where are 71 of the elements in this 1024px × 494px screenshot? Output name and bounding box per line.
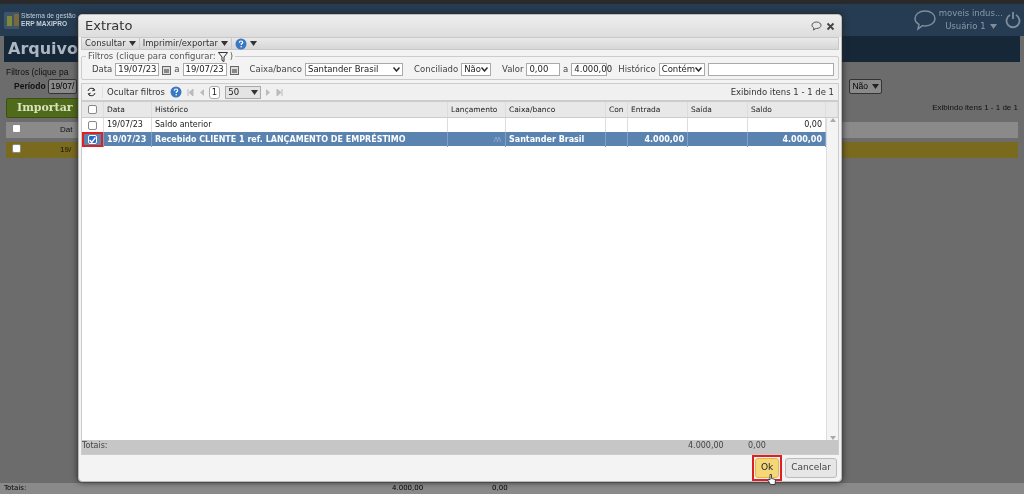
company-name: moveis indus... xyxy=(938,7,1003,20)
table-row[interactable]: 19/07/23 Recebido CLIENTE 1 ref. LANÇAMENTO DE EMPRÉSTIMO Santander Brasil 4.000,00 4.000,00 xyxy=(82,132,826,146)
conciliado-select[interactable]: Não xyxy=(461,63,491,76)
chevron-icon xyxy=(695,67,703,72)
checkbox[interactable] xyxy=(88,105,97,114)
filter-legend[interactable]: Filtros (clique para configurar: xyxy=(88,51,216,62)
totals-label: Totais: xyxy=(82,440,109,452)
table-cell: 0,00 xyxy=(804,119,822,131)
caret-icon[interactable] xyxy=(872,83,879,89)
filters-legend[interactable]: Filtros (clique pa xyxy=(6,66,78,79)
bank-select[interactable]: Santander Brasil xyxy=(305,63,404,76)
value-field[interactable]: 0,00 xyxy=(526,63,561,76)
menu-button[interactable]: Imprimir/exportar xyxy=(139,37,233,50)
conciliado-select[interactable]: Não xyxy=(849,78,882,94)
table-cell: 4.000,00 xyxy=(644,133,684,146)
paging-info: Exibindo itens 1 - 1 de 1 xyxy=(932,101,1018,114)
date-field[interactable]: 19/07/ xyxy=(47,78,78,94)
table-cell: Santander Brasil xyxy=(509,133,585,146)
cancel-button[interactable]: Cancelar xyxy=(785,458,837,478)
scrollbar[interactable] xyxy=(826,118,838,440)
page-size-select[interactable]: 50 xyxy=(225,85,262,99)
chevron-icon xyxy=(393,67,401,72)
refresh-icon[interactable] xyxy=(86,87,97,97)
caret-icon[interactable] xyxy=(128,41,136,46)
history-field[interactable] xyxy=(708,63,834,76)
field-label: Conciliado xyxy=(414,63,459,76)
funnel-icon[interactable] xyxy=(217,51,228,62)
period-label: Período xyxy=(14,79,46,93)
checkbox[interactable] xyxy=(12,143,21,153)
field-label: Valor xyxy=(502,63,524,76)
caret-icon[interactable] xyxy=(251,89,259,95)
check-icon xyxy=(89,136,96,143)
calendar-icon[interactable] xyxy=(229,64,239,75)
table-cell: Saldo anterior xyxy=(155,119,212,131)
help-icon[interactable] xyxy=(169,86,182,98)
caret-icon[interactable] xyxy=(221,41,229,46)
field-label: Data xyxy=(92,63,113,76)
separator-text: a xyxy=(174,63,180,76)
field-label: Histórico xyxy=(618,63,656,76)
table-cell: Recebido CLIENTE 1 ref. LANÇAMENTO DE EMPRÉSTIMO xyxy=(155,133,406,146)
field-label: Caixa/banco xyxy=(249,63,302,76)
totals-value: 4.000,00 xyxy=(688,441,724,450)
table-cell: 19/ xyxy=(60,144,72,156)
table-cell: 19/07/23 xyxy=(107,133,147,146)
checkbox[interactable] xyxy=(12,123,21,133)
separator-text: a xyxy=(563,63,569,76)
dialog-title: Extrato xyxy=(85,17,134,36)
hide-filters-button[interactable]: Ocultar filtros xyxy=(102,85,165,99)
match-select[interactable]: Contém xyxy=(658,63,706,76)
power-icon[interactable] xyxy=(1005,11,1021,29)
chat-icon[interactable] xyxy=(912,9,937,31)
chat-icon[interactable] xyxy=(811,21,822,31)
paging-info: Exibindo itens 1 - 1 de 1 xyxy=(730,85,834,99)
page-field[interactable]: 1 xyxy=(208,85,221,99)
ok-button[interactable]: Ok xyxy=(755,458,780,478)
close-icon[interactable] xyxy=(826,21,835,31)
logo-icon xyxy=(3,9,19,31)
chevron-icon xyxy=(481,67,488,72)
column-header: Dat xyxy=(60,124,73,136)
caret-icon[interactable] xyxy=(250,41,258,46)
date-field[interactable]: 19/07/23 xyxy=(182,63,227,76)
help-icon[interactable] xyxy=(235,37,248,50)
table-cell: 4.000,00 xyxy=(782,133,822,146)
table-cell: 19/07/23 xyxy=(107,119,143,131)
menu-button[interactable]: Consultar xyxy=(82,37,140,50)
filter-legend: ) xyxy=(229,51,234,62)
date-field[interactable]: 19/07/23 xyxy=(115,63,160,76)
totals-value: 0,00 xyxy=(748,441,766,450)
checkbox[interactable] xyxy=(88,120,97,130)
calendar-icon[interactable] xyxy=(162,64,172,75)
user-menu[interactable]: Usuário 1 xyxy=(945,20,986,33)
